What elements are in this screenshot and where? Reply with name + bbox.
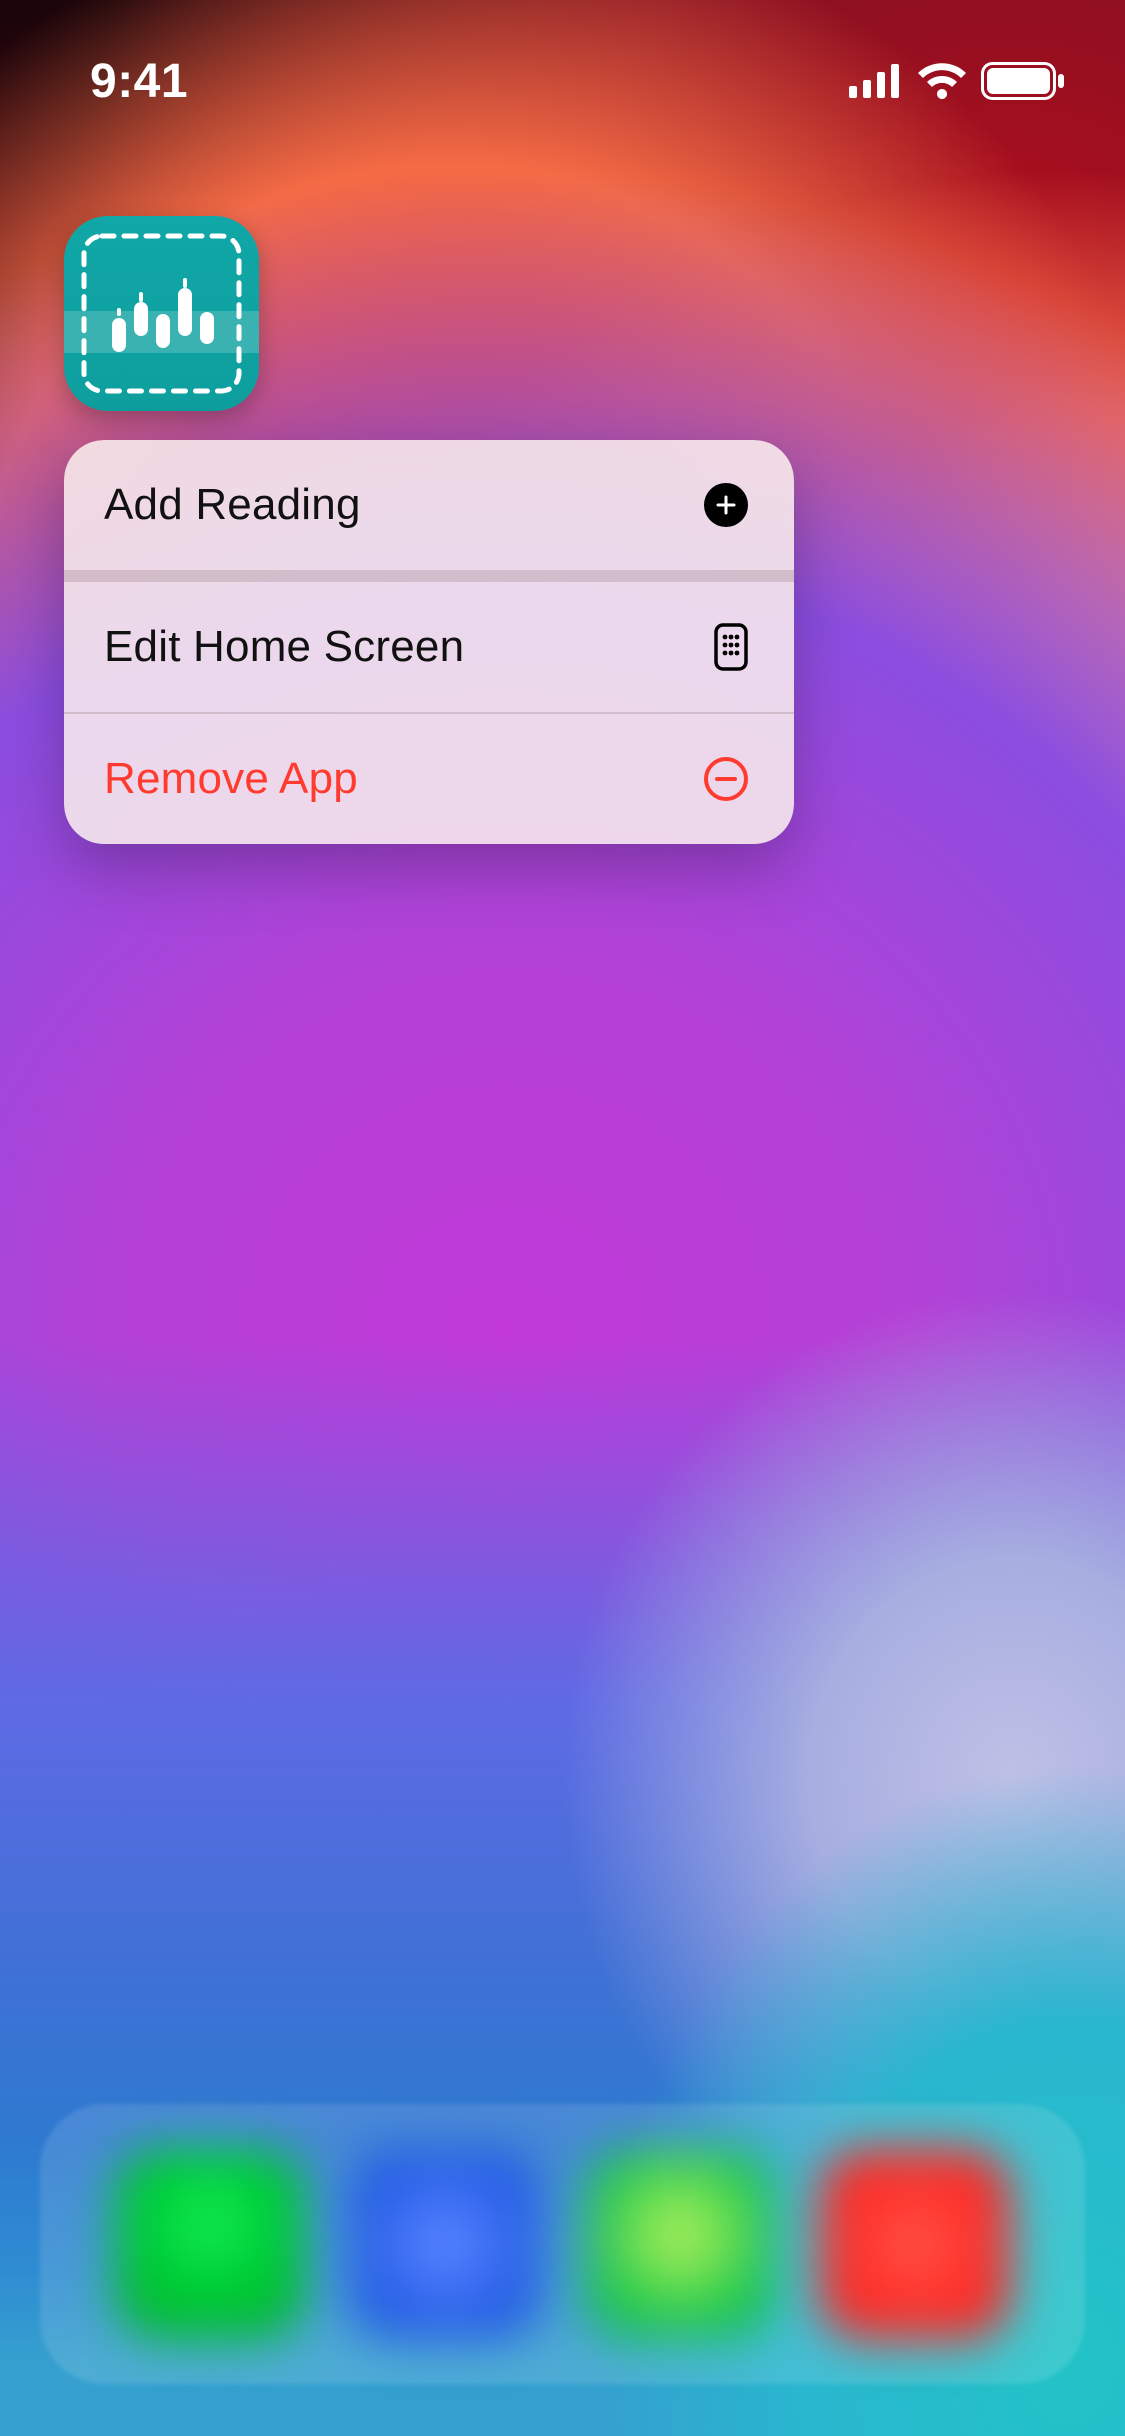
reading-chart-icon [64,216,259,411]
dock [40,2104,1085,2384]
home-screen-context: 9:41 [0,0,1125,2436]
dock-app-3[interactable] [585,2149,775,2339]
menu-item-edit-home-screen[interactable]: Edit Home Screen [64,582,794,712]
status-icons [849,32,1065,100]
menu-separator [64,570,794,582]
apps-grid-icon [714,623,748,671]
menu-item-label: Edit Home Screen [104,622,464,672]
dock-app-2[interactable] [350,2149,540,2339]
app-icon[interactable] [64,216,259,411]
battery-icon [981,62,1065,100]
cellular-icon [849,64,903,98]
menu-item-add-reading[interactable]: Add Reading [64,440,794,570]
plus-circle-icon [704,483,748,527]
dock-app-4[interactable] [820,2149,1010,2339]
dock-app-1[interactable] [115,2149,305,2339]
menu-item-label: Add Reading [104,480,361,530]
wifi-icon [917,63,967,99]
minus-circle-icon [704,757,748,801]
status-time: 9:41 [90,24,188,109]
status-bar: 9:41 [0,0,1125,132]
menu-item-remove-app[interactable]: Remove App [64,714,794,844]
context-menu: Add Reading Edit Home Screen Re [64,440,794,844]
menu-item-label: Remove App [104,754,358,804]
